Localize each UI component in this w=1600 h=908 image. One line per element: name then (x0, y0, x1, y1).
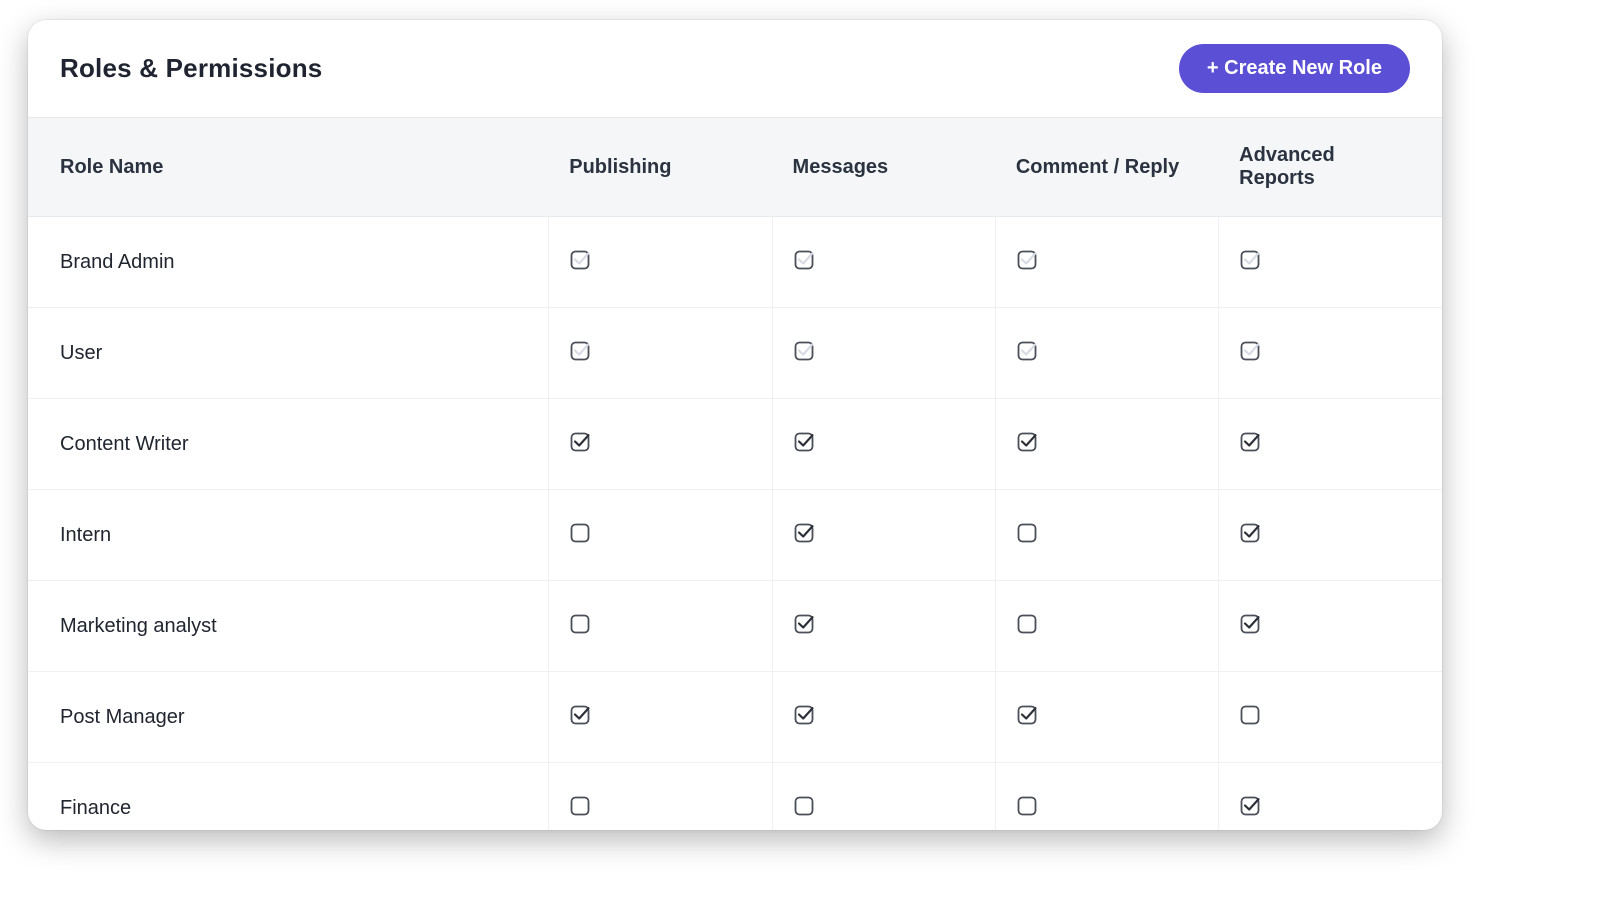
role-name-cell: Brand Admin (28, 217, 549, 308)
roles-table: Role Name Publishing Messages Comment / … (28, 117, 1442, 830)
page-title: Roles & Permissions (60, 53, 322, 84)
table-row: Intern (28, 490, 1442, 581)
col-header-advanced-reports: Advanced Reports (1219, 118, 1442, 217)
table-row: User (28, 308, 1442, 399)
permission-cell[interactable] (995, 672, 1218, 763)
permission-cell (1219, 308, 1442, 399)
permission-cell[interactable] (995, 581, 1218, 672)
permission-checkbox-icon (1239, 247, 1263, 271)
permission-cell[interactable] (549, 581, 772, 672)
permission-cell[interactable] (995, 399, 1218, 490)
permission-cell[interactable] (1219, 672, 1442, 763)
create-new-role-label: + Create New Role (1207, 57, 1382, 80)
roles-permissions-panel: Roles & Permissions + Create New Role Ro… (28, 20, 1442, 830)
permission-checkbox-icon (793, 611, 817, 635)
permission-checkbox-icon (569, 702, 593, 726)
permission-cell[interactable] (549, 399, 772, 490)
permission-checkbox-icon (569, 429, 593, 453)
permission-checkbox-icon (793, 429, 817, 453)
role-name-cell: Content Writer (28, 399, 549, 490)
permission-checkbox-icon (1016, 338, 1040, 362)
permission-checkbox-icon (569, 611, 593, 635)
permission-checkbox-icon (793, 702, 817, 726)
permission-checkbox-icon (1239, 611, 1263, 635)
role-name-cell: Intern (28, 490, 549, 581)
role-name-cell: Post Manager (28, 672, 549, 763)
permission-cell (995, 217, 1218, 308)
col-header-comment-reply: Comment / Reply (995, 118, 1218, 217)
permission-cell (549, 217, 772, 308)
permission-checkbox-icon (1016, 247, 1040, 271)
permission-checkbox-icon (569, 338, 593, 362)
table-row: Marketing analyst (28, 581, 1442, 672)
table-row: Brand Admin (28, 217, 1442, 308)
permission-cell[interactable] (995, 763, 1218, 831)
permission-cell[interactable] (1219, 399, 1442, 490)
permission-checkbox-icon (1016, 702, 1040, 726)
permission-checkbox-icon (1239, 793, 1263, 817)
permission-checkbox-icon (793, 247, 817, 271)
permission-checkbox-icon (1239, 338, 1263, 362)
permission-checkbox-icon (793, 793, 817, 817)
permission-cell (1219, 217, 1442, 308)
col-header-publishing: Publishing (549, 118, 772, 217)
permission-checkbox-icon (1239, 520, 1263, 544)
permission-cell[interactable] (1219, 581, 1442, 672)
table-header-row: Role Name Publishing Messages Comment / … (28, 118, 1442, 217)
permission-cell (772, 217, 995, 308)
permission-cell[interactable] (1219, 490, 1442, 581)
permission-cell[interactable] (772, 672, 995, 763)
table-row: Post Manager (28, 672, 1442, 763)
permission-cell[interactable] (549, 490, 772, 581)
permission-checkbox-icon (1239, 429, 1263, 453)
permission-cell[interactable] (772, 490, 995, 581)
permission-checkbox-icon (1016, 611, 1040, 635)
role-name-cell: Marketing analyst (28, 581, 549, 672)
permission-checkbox-icon (569, 520, 593, 544)
create-new-role-button[interactable]: + Create New Role (1179, 44, 1410, 93)
permission-checkbox-icon (1016, 429, 1040, 453)
col-header-role-name: Role Name (28, 118, 549, 217)
permission-cell (549, 308, 772, 399)
col-header-messages: Messages (772, 118, 995, 217)
permission-cell[interactable] (1219, 763, 1442, 831)
permission-cell[interactable] (549, 763, 772, 831)
permission-checkbox-icon (569, 793, 593, 817)
role-name-cell: User (28, 308, 549, 399)
permission-cell[interactable] (772, 581, 995, 672)
table-row: Content Writer (28, 399, 1442, 490)
permission-cell[interactable] (995, 490, 1218, 581)
permission-checkbox-icon (569, 247, 593, 271)
permission-checkbox-icon (1016, 793, 1040, 817)
permission-cell (772, 308, 995, 399)
role-name-cell: Finance (28, 763, 549, 831)
permission-cell[interactable] (772, 763, 995, 831)
table-row: Finance (28, 763, 1442, 831)
permission-checkbox-icon (1016, 520, 1040, 544)
permission-cell (995, 308, 1218, 399)
panel-header: Roles & Permissions + Create New Role (28, 20, 1442, 117)
permission-cell[interactable] (772, 399, 995, 490)
permission-checkbox-icon (1239, 702, 1263, 726)
permission-cell[interactable] (549, 672, 772, 763)
permission-checkbox-icon (793, 338, 817, 362)
permission-checkbox-icon (793, 520, 817, 544)
